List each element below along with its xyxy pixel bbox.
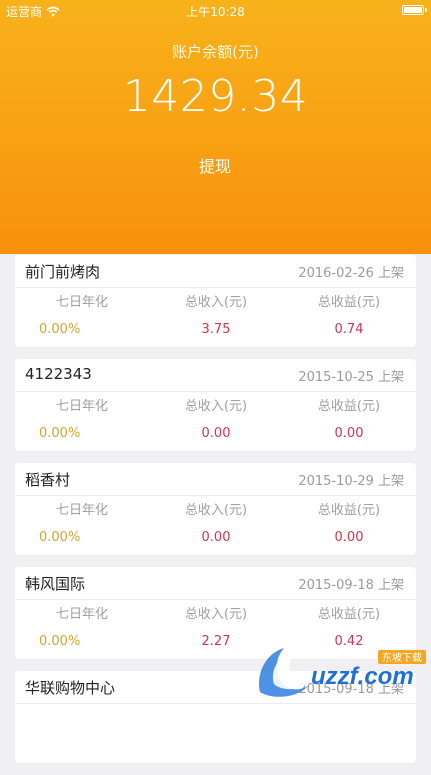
- annual-rate-value: 0.00%: [39, 530, 81, 545]
- annual-rate-value: 0.00%: [39, 634, 81, 649]
- store-card-header: 前门前烤肉 2016-02-26 上架: [15, 255, 416, 288]
- store-card-header: 稻香村 2015-10-29 上架: [15, 463, 416, 496]
- total-profit-stat: 总收益(元) 0.00: [282, 501, 416, 547]
- annual-rate-stat: 七日年化 0.00%: [15, 293, 149, 339]
- store-card[interactable]: 前门前烤肉 2016-02-26 上架 七日年化 0.00% 总收入(元) 3.…: [15, 255, 416, 347]
- total-income-stat: 总收入(元) 0.00: [149, 501, 283, 547]
- store-listed-date: 2015-10-25 上架: [298, 370, 404, 385]
- store-name: 前门前烤肉: [25, 263, 101, 281]
- store-listed-date: 2015-09-18 上架: [298, 578, 404, 593]
- total-profit-label: 总收益(元): [317, 607, 381, 622]
- account-header: 运营商 上午10:28 账户余额(元) 1429.34 提现: [0, 0, 431, 254]
- total-profit-label: 总收益(元): [317, 295, 381, 310]
- total-income-label: 总收入(元): [184, 399, 248, 414]
- balance-label: 账户余额(元): [172, 43, 259, 61]
- status-bar: 运营商 上午10:28: [0, 0, 431, 22]
- withdraw-button[interactable]: 提现: [165, 150, 265, 184]
- annual-rate-stat: 七日年化 0.00%: [15, 397, 149, 443]
- annual-rate-value: 0.00%: [39, 426, 81, 441]
- store-name: 韩风国际: [25, 575, 86, 593]
- total-profit-stat: 总收益(元) 0.74: [282, 293, 416, 339]
- battery-icon: [402, 5, 427, 15]
- annual-rate-stat: 七日年化 0.00%: [15, 501, 149, 547]
- total-profit-value: 0.00: [334, 530, 364, 545]
- total-profit-label: 总收益(元): [317, 503, 381, 518]
- total-income-value: 3.75: [201, 322, 231, 337]
- store-listed-date: 2015-10-29 上架: [298, 474, 404, 489]
- total-profit-stat: 总收益(元) 0.00: [282, 397, 416, 443]
- total-profit-value: 0.00: [334, 426, 364, 441]
- store-name: 4122343: [25, 365, 92, 383]
- total-income-label: 总收入(元): [184, 503, 248, 518]
- total-income-stat: 总收入(元) 3.75: [149, 293, 283, 339]
- total-income-label: 总收入(元): [184, 607, 248, 622]
- store-card[interactable]: 稻香村 2015-10-29 上架 七日年化 0.00% 总收入(元) 0.00…: [15, 463, 416, 555]
- site-watermark-logo: uzzf.com 东坡下载: [259, 648, 426, 697]
- annual-rate-label: 七日年化: [55, 503, 108, 518]
- store-listed-date: 2016-02-26 上架: [298, 266, 404, 281]
- store-name: 稻香村: [25, 471, 71, 489]
- status-time: 上午10:28: [186, 5, 245, 19]
- total-income-value: 0.00: [201, 530, 231, 545]
- store-name: 华联购物中心: [25, 679, 116, 697]
- total-income-stat: 总收入(元) 0.00: [149, 397, 283, 443]
- annual-rate-stat: 七日年化 0.00%: [15, 605, 149, 651]
- store-card-header: 韩风国际 2015-09-18 上架: [15, 567, 416, 600]
- store-card[interactable]: 4122343 2015-10-25 上架 七日年化 0.00% 总收入(元) …: [15, 359, 416, 451]
- total-profit-value: 0.74: [334, 322, 364, 337]
- annual-rate-label: 七日年化: [55, 295, 108, 310]
- annual-rate-label: 七日年化: [55, 607, 108, 622]
- store-card-header: 4122343 2015-10-25 上架: [15, 359, 416, 392]
- total-income-value: 0.00: [201, 426, 231, 441]
- svg-text:uzzf.com: uzzf.com: [311, 663, 414, 690]
- total-income-label: 总收入(元): [184, 295, 248, 310]
- total-profit-label: 总收益(元): [317, 399, 381, 414]
- balance-amount: 1429.34: [122, 71, 309, 122]
- svg-text:东坡下载: 东坡下载: [382, 651, 422, 664]
- annual-rate-value: 0.00%: [39, 322, 81, 337]
- annual-rate-label: 七日年化: [55, 399, 108, 414]
